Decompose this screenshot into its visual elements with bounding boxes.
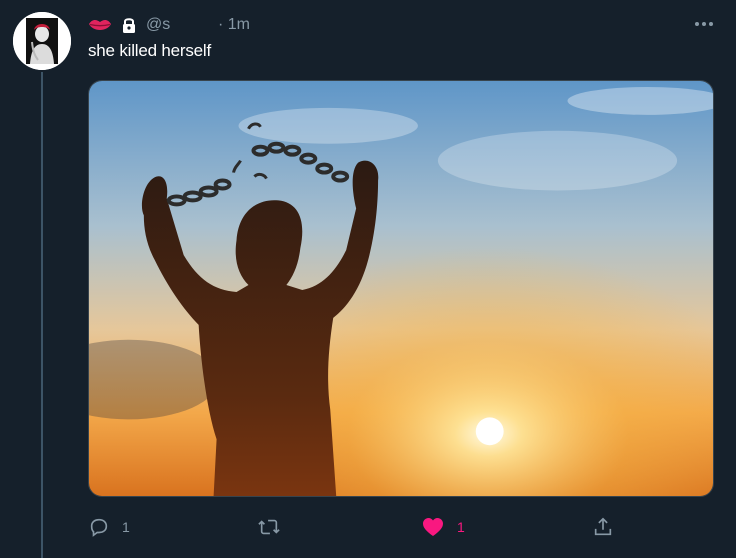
lips-icon (88, 17, 112, 33)
thread-line (41, 72, 43, 558)
tweet-header: @s · 1m (88, 14, 250, 36)
retweet-icon (258, 519, 280, 535)
avatar[interactable] (13, 12, 71, 70)
retweet-button[interactable] (257, 512, 293, 542)
share-button[interactable] (592, 512, 614, 542)
reply-button[interactable]: 1 (88, 512, 130, 542)
user-handle[interactable]: @s (146, 16, 210, 34)
more-options-icon[interactable] (690, 14, 718, 34)
lock-icon (120, 16, 138, 34)
like-button[interactable]: 1 (421, 512, 465, 542)
tweet-image[interactable] (88, 80, 714, 497)
tweet-text: she killed herself (88, 41, 212, 60)
reply-icon (90, 518, 108, 537)
share-icon (594, 517, 612, 536)
timestamp[interactable]: · 1m (218, 16, 250, 34)
reply-count: 1 (122, 519, 130, 535)
tweet-actions: 1 1 (0, 512, 736, 542)
heart-icon (423, 518, 443, 536)
like-count: 1 (457, 519, 465, 535)
